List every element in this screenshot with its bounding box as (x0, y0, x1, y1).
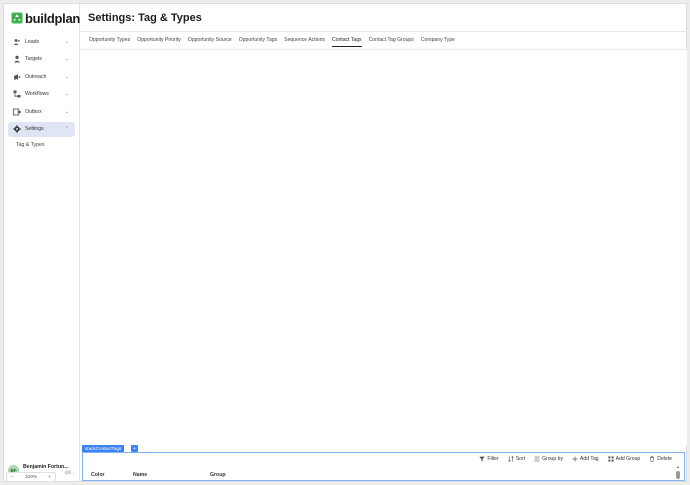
group-by-label: Group by (542, 456, 564, 462)
column-header-group[interactable]: Group (210, 472, 270, 478)
sidebar-item-label: Outbox (25, 108, 42, 115)
tab-contact-tags[interactable]: Contact Tags (331, 35, 362, 47)
chevron-down-icon: ⌄ (64, 91, 70, 97)
delete-label: Delete (657, 456, 672, 462)
zoom-in-button[interactable]: + (48, 475, 51, 480)
person-icon (13, 55, 21, 63)
chevron-down-icon: ⌄ (64, 73, 70, 80)
filter-button[interactable]: Filter (479, 456, 499, 462)
sidebar-subitem-tag-types[interactable]: Tag & Types (16, 142, 44, 148)
add-tag-button[interactable]: Add Tag (572, 456, 599, 462)
tab-opportunity-priority[interactable]: Opportunity Priority (137, 35, 181, 47)
sidebar-item-label: Targets (25, 56, 43, 62)
delete-button[interactable]: Delete (649, 456, 672, 462)
outbox-icon (13, 108, 21, 116)
chevron-down-icon: ⌄ (64, 38, 70, 45)
trash-icon (650, 456, 655, 462)
chevron-down-icon: ⌄ (64, 108, 70, 115)
sidebar-item-targets[interactable]: Targets ⌄ (8, 52, 75, 67)
sort-icon (507, 456, 514, 462)
sidebar-item-label: Workflows (25, 91, 49, 97)
megaphone-icon (13, 73, 21, 81)
vertical-scrollbar[interactable]: ▲ (675, 465, 681, 479)
chevron-down-icon: ⌄ (64, 56, 70, 62)
chevron-up-icon: ⌃ (64, 126, 70, 132)
column-header-name[interactable]: Name (133, 472, 210, 478)
sort-label: Sort (515, 456, 526, 462)
tab-opportunity-types[interactable]: Opportunity Types (89, 35, 130, 47)
gear-icon (13, 125, 21, 133)
main-area: Settings: Tag & Types Opportunity Types … (81, 4, 687, 481)
tab-bar: Opportunity Types Opportunity Priority O… (89, 35, 455, 47)
brand-name: buildplan (25, 10, 81, 26)
stack-add-button[interactable]: + (131, 445, 138, 452)
tab-opportunity-source[interactable]: Opportunity Source (188, 35, 232, 47)
sidebar-item-label: Settings (25, 126, 44, 132)
add-tag-label: Add Tag (580, 456, 599, 462)
buildplan-logo-icon (11, 12, 23, 24)
list-icon (534, 456, 540, 462)
plus-icon (572, 456, 578, 462)
add-group-button[interactable]: Add Group (608, 456, 641, 462)
stack-label[interactable]: stackContactTags (82, 445, 125, 452)
zoom-out-button[interactable]: − (11, 475, 14, 480)
header-divider (81, 31, 687, 32)
sort-button[interactable]: Sort (507, 456, 526, 462)
brand-logo[interactable]: buildplan (11, 10, 81, 26)
sidebar-item-leads[interactable]: Leads ⌄ (8, 34, 75, 49)
sidebar-nav: Leads ⌄ Targets ⌄ Outreach ⌄ Workflows ⌄… (8, 34, 75, 139)
tab-opportunity-tags[interactable]: Opportunity Tags (239, 35, 277, 47)
users-icon (13, 38, 21, 46)
workflow-icon (13, 90, 21, 98)
sidebar-item-outbox[interactable]: Outbox ⌄ (8, 104, 75, 119)
add-group-label: Add Group (615, 456, 641, 462)
group-by-button[interactable]: Group by (534, 456, 563, 462)
content-area (81, 50, 687, 445)
table-header: Color Name Group (91, 472, 270, 478)
sidebar-item-label: Outreach (25, 73, 47, 80)
contact-tags-panel: Filter Sort Group by Add Tag Add Group D… (82, 452, 685, 481)
sidebar: buildplan Leads ⌄ Targets ⌄ Outreach ⌄ W… (4, 4, 81, 482)
app-window: buildplan Leads ⌄ Targets ⌄ Outreach ⌄ W… (3, 3, 687, 482)
table-toolbar: Filter Sort Group by Add Tag Add Group D… (479, 456, 672, 462)
sidebar-item-settings[interactable]: Settings ⌃ (8, 121, 75, 137)
tab-contact-tag-groups[interactable]: Contact Tag Groups (369, 35, 414, 47)
zoom-level: 100% (24, 474, 38, 480)
tab-sequence-actions[interactable]: Sequence Actions (284, 35, 325, 47)
tab-company-type[interactable]: Company Type (421, 35, 455, 47)
sidebar-item-label: Leads (25, 38, 40, 45)
sidebar-item-workflows[interactable]: Workflows ⌄ (8, 87, 75, 102)
filter-icon (479, 456, 486, 462)
group-icon (608, 456, 614, 462)
page-title: Settings: Tag & Types (88, 12, 202, 24)
column-header-color[interactable]: Color (91, 472, 133, 478)
zoom-control: − 100% + (6, 472, 56, 482)
scroll-up-icon[interactable]: ▲ (676, 465, 680, 469)
scrollbar-thumb[interactable] (676, 471, 680, 479)
filter-label: Filter (487, 456, 499, 462)
sidebar-item-outreach[interactable]: Outreach ⌄ (8, 69, 75, 84)
